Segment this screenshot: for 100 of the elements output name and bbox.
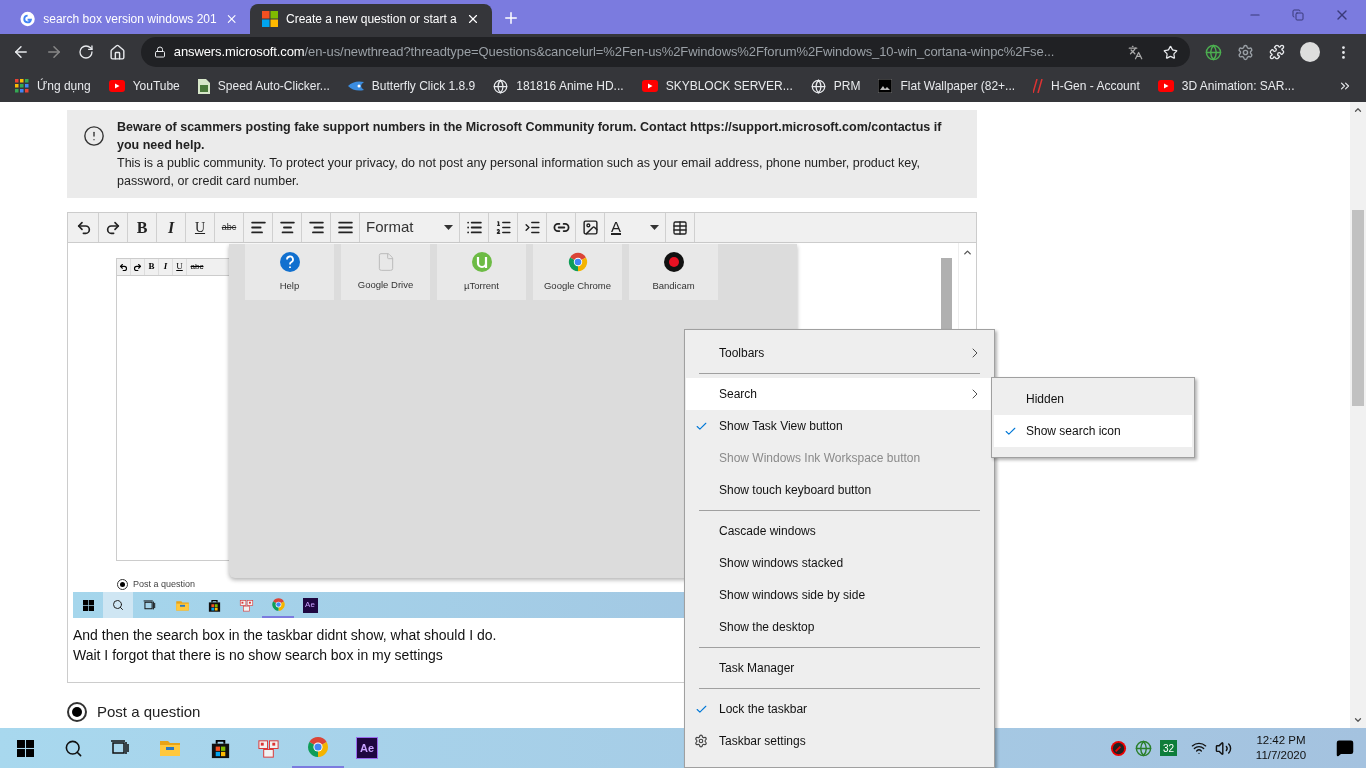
image-icon	[878, 79, 893, 93]
app-icon[interactable]	[238, 597, 254, 613]
scroll-thumb	[941, 258, 952, 330]
bold-button[interactable]: B	[128, 213, 157, 242]
search-icon[interactable]	[112, 599, 124, 611]
microsoft-icon	[262, 11, 278, 27]
redo-button[interactable]	[131, 259, 145, 275]
gears-icon[interactable]	[1237, 43, 1255, 61]
bookmark[interactable]: 3D Animation: SAR...	[1157, 73, 1295, 99]
privacy-text: This is a public community. To protect your privacy, do not post any personal information such as your email address, phone number, product key, password, or credit card number.	[117, 155, 921, 190]
text-color-button[interactable]: A	[605, 213, 666, 242]
volume-icon[interactable]	[1215, 739, 1232, 757]
redo-icon	[105, 219, 121, 236]
menu-item[interactable]: Show touch keyboard button	[686, 474, 993, 506]
notifications-icon[interactable]	[1336, 739, 1354, 757]
task-view-icon[interactable]	[143, 598, 156, 612]
address-bar[interactable]: answers.microsoft.com/en-us/newthread?threadtype=Questions&cancelurl=%2Fen-us%2Fwindows%2Fforum%2Fwindows_10-win_cortana-winpc%2Fse...	[140, 37, 1191, 67]
search-icon[interactable]	[63, 738, 83, 758]
align-center-icon	[278, 219, 296, 236]
tab-title: Create a new question or start a	[286, 11, 458, 28]
back-icon[interactable]	[12, 43, 30, 61]
underline-button[interactable]: U	[186, 213, 215, 242]
menu-item[interactable]: Task Manager	[686, 652, 993, 684]
play-icon	[1157, 80, 1174, 92]
record-icon	[662, 250, 685, 273]
numbered-list-icon	[494, 219, 512, 236]
menu-item[interactable]: Show windows side by side	[686, 579, 993, 611]
download-manager-icon[interactable]	[1135, 739, 1152, 757]
undo-button[interactable]	[117, 259, 131, 275]
menu-item[interactable]: Show the desktop	[686, 611, 993, 643]
menu-item[interactable]: Show Task View button	[686, 410, 993, 442]
scroll-up-icon[interactable]	[962, 247, 973, 258]
tray-badge[interactable]: 32	[1160, 740, 1177, 756]
time-text: 12:42 PM	[1256, 733, 1306, 748]
bookmark[interactable]: PRM	[810, 73, 861, 99]
home-icon[interactable]	[108, 43, 126, 61]
image-icon	[581, 219, 599, 236]
extensions-icon[interactable]	[1269, 44, 1286, 60]
radio-button[interactable]	[67, 702, 87, 723]
app-tile[interactable]: Google Drive	[341, 244, 430, 300]
bookmark[interactable]: Speed Auto-Clicker...	[197, 73, 330, 99]
italic-button[interactable]: I	[157, 213, 186, 242]
bookmark[interactable]: SKYBLOCK SERVER...	[641, 73, 793, 99]
bookmark[interactable]: Ứng dụng	[15, 73, 91, 99]
bookmark[interactable]: 181816 Anime HD...	[493, 73, 624, 99]
gauge-icon[interactable]	[1110, 739, 1127, 757]
bookmark[interactable]: Flat Wallpaper (82+...	[878, 73, 1016, 99]
bookmark[interactable]: Butterfly Click 1.8.9	[347, 73, 476, 99]
after-effects-icon[interactable]: Ae	[356, 737, 378, 759]
wifi-icon[interactable]	[1191, 740, 1207, 756]
menu-item[interactable]: Hidden	[994, 383, 1192, 415]
italic-button[interactable]: I	[159, 259, 173, 275]
app-tile[interactable]: Help	[245, 244, 334, 300]
clock[interactable]: 12:42 PM 11/7/2020	[1248, 733, 1314, 763]
menu-item[interactable]: Taskbar settings	[686, 725, 993, 757]
menu-item[interactable]: Show windows stacked	[686, 547, 993, 579]
date-text: 11/7/2020	[1255, 748, 1307, 763]
bookmark[interactable]: H-Gen - Account	[1033, 73, 1140, 99]
strikethrough-button[interactable]: abc	[187, 259, 207, 275]
bold-button[interactable]: B	[145, 259, 159, 275]
app-tile[interactable]: Bandicam	[629, 244, 718, 300]
underline-button[interactable]: U	[173, 259, 187, 275]
menu-item[interactable]: Toolbars	[686, 337, 993, 369]
more-bookmarks-icon[interactable]	[1338, 79, 1352, 93]
caret-icon	[650, 225, 659, 230]
app-tile[interactable]: Google Chrome	[533, 244, 622, 300]
windows-icon[interactable]	[16, 739, 34, 757]
menu-item[interactable]: Cascade windows	[686, 515, 993, 547]
store-icon[interactable]	[206, 597, 222, 613]
browser-tab[interactable]: search box version windows 201	[8, 4, 250, 34]
close-icon[interactable]	[466, 12, 480, 26]
after-effects-icon[interactable]: Ae	[302, 597, 318, 613]
scroll-down-icon[interactable]	[1353, 715, 1363, 725]
align-left-icon	[249, 219, 267, 236]
indent-icon	[523, 219, 541, 236]
google-icon	[20, 11, 36, 27]
windows-icon[interactable]	[82, 599, 94, 611]
app-tile[interactable]: µTorrent	[437, 244, 526, 300]
undo-icon	[76, 219, 92, 236]
warning-text: Beware of scammers posting fake support numbers in the Microsoft Community forum. Contact https://support.microsoft.com/contactus if you need help.	[117, 119, 943, 154]
reload-icon[interactable]	[77, 44, 94, 60]
scroll-thumb[interactable]	[1352, 210, 1364, 406]
strikethrough-button[interactable]: abc	[215, 213, 244, 242]
settings-icon	[694, 734, 708, 748]
new-tab-icon[interactable]	[502, 9, 520, 27]
format-dropdown[interactable]: Format	[360, 213, 460, 242]
download-manager-icon[interactable]	[1205, 43, 1223, 61]
play-icon	[108, 80, 125, 92]
option-label: Post a question	[97, 702, 201, 722]
chrome-icon	[270, 596, 286, 612]
bookmark[interactable]: YouTube	[108, 73, 180, 99]
avatar[interactable]	[1300, 42, 1321, 62]
translate-icon[interactable]	[1128, 44, 1144, 60]
menu-item[interactable]: Search	[686, 378, 993, 410]
browser-tab[interactable]: Create a new question or start a	[250, 4, 492, 34]
scroll-up-icon[interactable]	[1353, 105, 1363, 115]
menu-item[interactable]: Lock the taskbar	[686, 693, 993, 725]
bookmark-star-icon[interactable]	[1163, 44, 1179, 60]
menu-item[interactable]: Show search icon	[994, 415, 1192, 447]
torrent-icon	[470, 250, 493, 273]
